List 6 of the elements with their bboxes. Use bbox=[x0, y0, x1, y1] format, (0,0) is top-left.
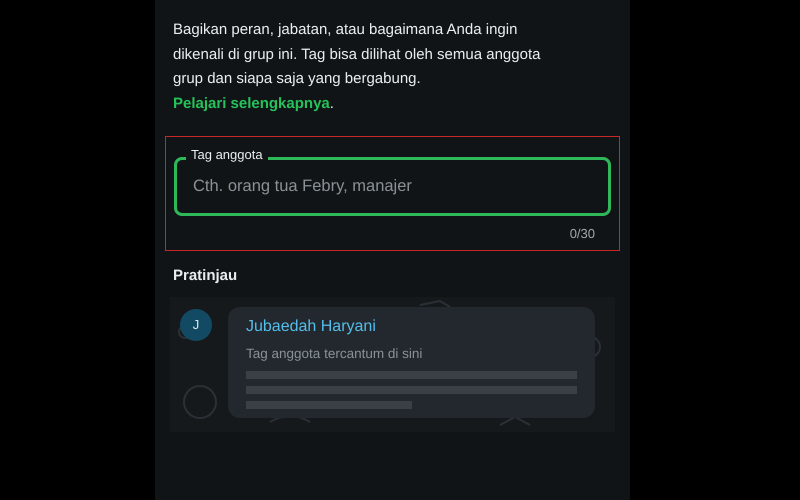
preview-heading: Pratinjau bbox=[173, 266, 238, 286]
sender-name: Jubaedah Haryani bbox=[246, 317, 377, 337]
member-tag-text: Tag anggota tercantum di sini bbox=[246, 345, 424, 363]
character-counter: 0/30 bbox=[568, 225, 596, 243]
description-text: Bagikan peran, jabatan, atau bagaimana Anda ingin dikenali di grup ini. Tag bisa dilihat oleh semua anggota grup dan siapa saja yang bergabung. Pelajari selengkapnya. bbox=[173, 20, 542, 114]
learn-more-link[interactable]: Pelajari selengkapnya bbox=[173, 94, 330, 112]
